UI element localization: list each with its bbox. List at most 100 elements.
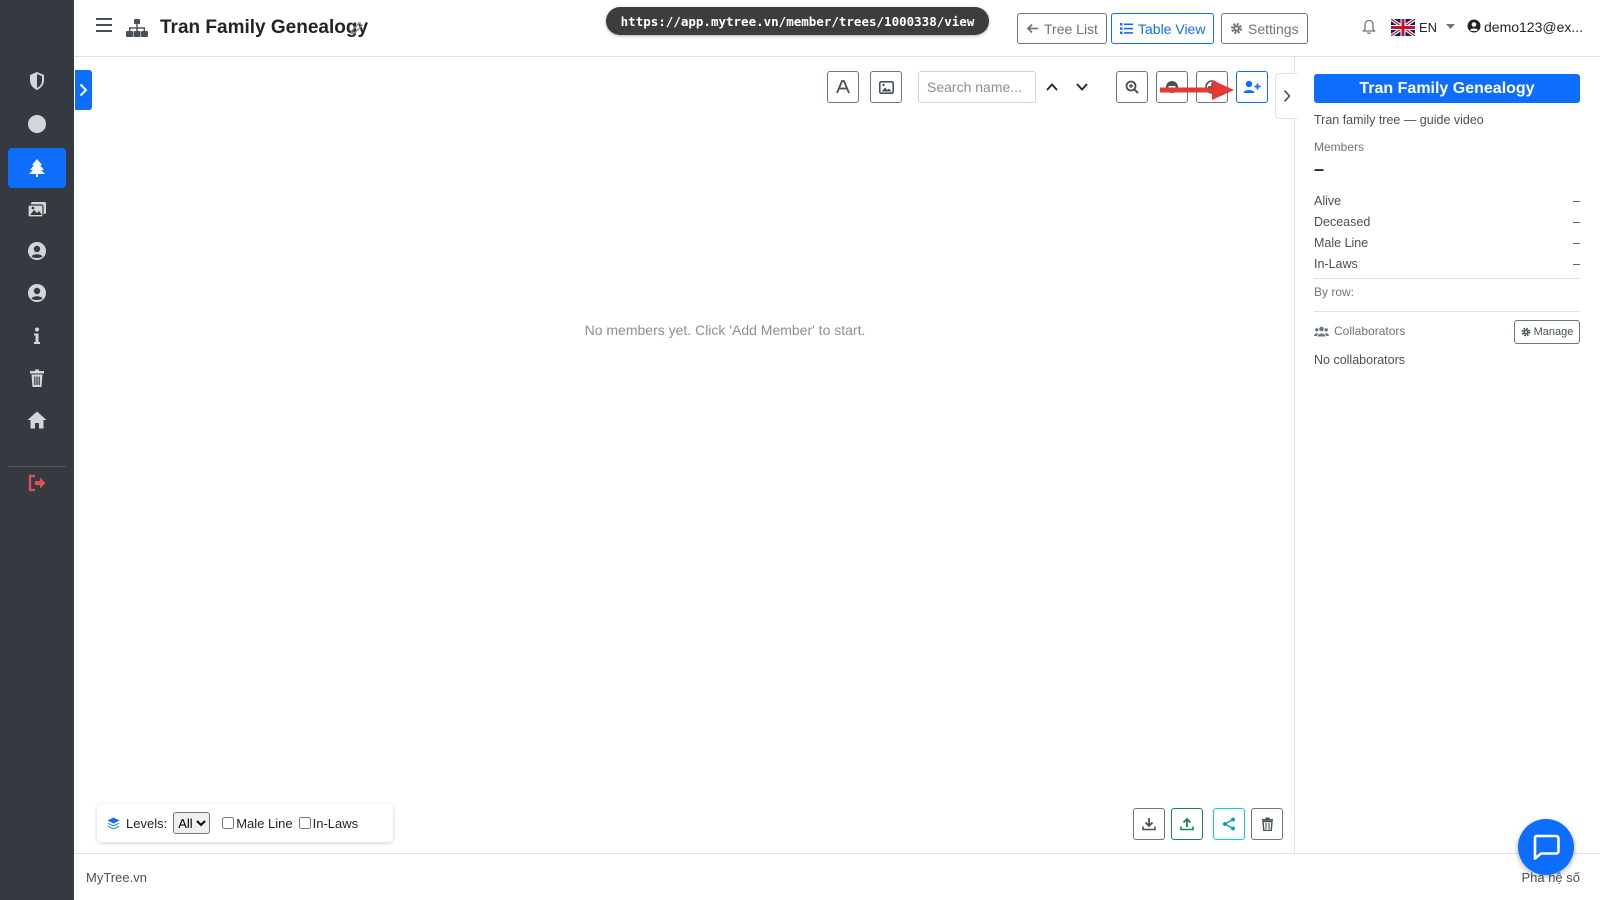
stat-value: –	[1573, 194, 1580, 208]
upload-icon	[1180, 817, 1194, 831]
stat-value: –	[1573, 215, 1580, 229]
user-circle-icon[interactable]	[1467, 19, 1481, 33]
panel-tree-title[interactable]: Tran Family Genealogy	[1314, 74, 1580, 103]
sitemap-icon	[126, 19, 148, 37]
table-view-label: Table View	[1138, 20, 1206, 37]
settings-button[interactable]: Settings	[1221, 13, 1308, 44]
footer-brand: MyTree.vn	[86, 870, 147, 885]
chat-icon	[1533, 834, 1560, 860]
user-email[interactable]: demo123@ex...	[1484, 19, 1583, 35]
male-line-filter[interactable]: Male Line	[222, 815, 293, 831]
user-plus-icon	[1243, 80, 1261, 93]
add-member-button[interactable]	[1236, 71, 1268, 103]
upload-button[interactable]	[1171, 808, 1203, 840]
stat-row-deceased: Deceased –	[1314, 215, 1580, 229]
stat-row-in-laws: In-Laws –	[1314, 257, 1580, 271]
stat-label: Alive	[1314, 194, 1342, 208]
pencil-icon[interactable]	[350, 22, 363, 35]
language-selector[interactable]: EN	[1419, 20, 1437, 35]
top-header: Tran Family Genealogy https://app.mytree…	[74, 0, 1600, 57]
shield-icon	[30, 72, 44, 90]
levels-select[interactable]: All	[173, 812, 211, 834]
search-prev-button[interactable]	[1043, 78, 1061, 96]
male-line-checkbox[interactable]	[222, 817, 235, 829]
manage-label: Manage	[1533, 326, 1574, 338]
manage-collaborators-button[interactable]: Manage	[1514, 320, 1580, 344]
chevron-right-icon	[1283, 89, 1291, 103]
bell-icon[interactable]	[1362, 19, 1376, 35]
panel-divider	[1314, 278, 1580, 279]
download-icon	[1142, 818, 1156, 831]
user-circle-icon	[28, 242, 46, 260]
gear-icon	[1230, 22, 1243, 35]
right-info-panel	[1294, 57, 1600, 853]
annotation-arrow-icon	[1160, 80, 1234, 100]
share-button[interactable]	[1213, 808, 1245, 840]
left-sidebar	[0, 0, 74, 900]
collaborators-heading: Collaborators	[1314, 324, 1405, 338]
sidebar-item-home[interactable]	[8, 400, 66, 440]
image-toggle-button[interactable]	[870, 71, 902, 103]
panel-divider	[1314, 311, 1580, 312]
gear-icon	[1521, 327, 1531, 337]
download-button[interactable]	[1133, 808, 1165, 840]
stat-label: Deceased	[1314, 215, 1371, 229]
settings-label: Settings	[1248, 20, 1299, 37]
search-input[interactable]	[918, 71, 1036, 103]
trash-icon	[30, 369, 44, 387]
by-row-label: By row:	[1314, 285, 1355, 299]
filter-bar: Levels: All Male Line In-Laws	[97, 804, 393, 842]
male-line-label: Male Line	[236, 815, 293, 831]
sidebar-item-account[interactable]	[8, 273, 66, 313]
members-count: –	[1314, 159, 1325, 179]
in-laws-label: In-Laws	[312, 815, 359, 831]
stat-value: –	[1573, 236, 1580, 250]
footer: MyTree.vn Phả hệ số	[74, 853, 1600, 900]
sidebar-item-security[interactable]	[8, 61, 66, 101]
stat-value: –	[1573, 257, 1580, 271]
sidebar-item-profile[interactable]	[8, 231, 66, 271]
sidebar-item-trash[interactable]	[8, 358, 66, 398]
tree-canvas[interactable]	[74, 57, 1274, 853]
sidebar-item-circle[interactable]	[8, 104, 66, 144]
sidebar-item-gallery[interactable]	[8, 189, 66, 229]
stat-row-alive: Alive –	[1314, 194, 1580, 208]
zoom-in-icon	[1125, 80, 1139, 94]
levels-label: Levels:	[126, 815, 168, 831]
delete-tree-button[interactable]	[1251, 808, 1283, 840]
table-view-button[interactable]: Table View	[1111, 13, 1215, 44]
font-size-button[interactable]	[827, 71, 859, 103]
in-laws-filter[interactable]: In-Laws	[298, 815, 359, 831]
chat-button[interactable]	[1518, 819, 1574, 875]
caret-down-icon[interactable]	[1446, 24, 1455, 30]
stat-label: Male Line	[1314, 236, 1369, 250]
layers-icon	[107, 817, 120, 829]
circle-icon	[28, 115, 46, 133]
uk-flag-icon[interactable]	[1391, 19, 1415, 36]
members-label: Members	[1314, 140, 1365, 154]
user-circle-icon	[28, 284, 46, 302]
logout-icon	[28, 474, 46, 492]
zoom-button[interactable]	[1116, 71, 1148, 103]
home-icon	[27, 411, 47, 429]
chevron-up-icon	[1046, 83, 1058, 91]
left-panel-toggle[interactable]	[75, 70, 92, 110]
hamburger-menu-icon[interactable]	[96, 18, 112, 32]
empty-tree-message: No members yet. Click 'Add Member' to st…	[584, 322, 866, 338]
chevron-right-icon	[79, 83, 88, 97]
search-next-button[interactable]	[1073, 78, 1091, 96]
no-collaborators-text: No collaborators	[1314, 353, 1406, 367]
chevron-down-icon	[1076, 83, 1088, 91]
right-panel-toggle[interactable]	[1275, 73, 1297, 119]
sidebar-item-logout[interactable]	[8, 463, 66, 503]
users-icon	[1314, 326, 1329, 336]
image-icon	[878, 80, 894, 94]
trash-icon	[1261, 817, 1273, 831]
arrow-left-icon	[1026, 23, 1038, 34]
in-laws-checkbox[interactable]	[298, 817, 311, 829]
stat-label: In-Laws	[1314, 257, 1358, 271]
page-title: Tran Family Genealogy	[160, 17, 369, 38]
sidebar-item-tree[interactable]	[8, 148, 66, 188]
stat-row-male-line: Male Line –	[1314, 236, 1580, 250]
tree-list-button[interactable]: Tree List	[1017, 13, 1107, 44]
